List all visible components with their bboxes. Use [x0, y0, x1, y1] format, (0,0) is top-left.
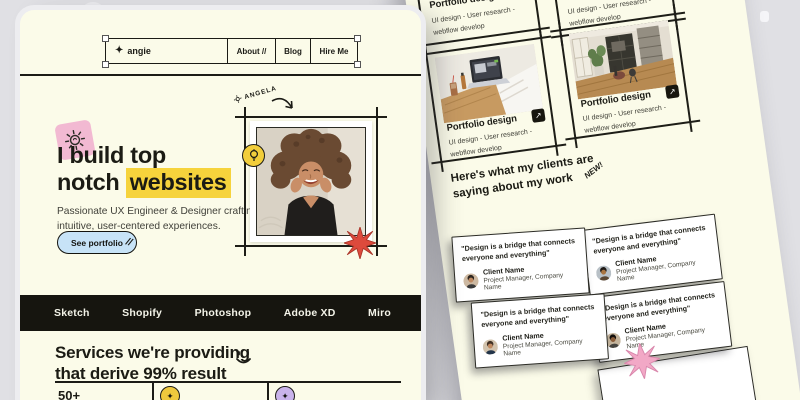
hero-photo: [250, 121, 372, 242]
frame-line: [244, 107, 246, 256]
header-divider: [20, 74, 421, 76]
design-preview-canvas: Portfolio design ↗ UI design - User rese…: [0, 0, 800, 400]
pink-starburst-icon: [622, 341, 663, 387]
stat-value: 50+: [58, 388, 80, 400]
open-link-icon[interactable]: ↗: [531, 108, 546, 123]
selection-handle[interactable]: [354, 61, 361, 68]
client-avatar: [463, 273, 479, 289]
portfolio-card[interactable]: Portfolio design ↗ UI design - User rese…: [425, 37, 557, 163]
portfolio-card[interactable]: Portfolio design ↗ UI design - User rese…: [559, 13, 691, 139]
tool-shopify: Shopify: [122, 307, 162, 319]
stat-star-icon-yellow: ✦: [160, 386, 180, 400]
tools-marquee: Sketch Shopify Photoshop Adobe XD Miro: [20, 295, 421, 331]
navbar: ✦ angie About // Blog Hire Me: [105, 38, 358, 64]
tool-miro: Miro: [368, 307, 391, 319]
frame-line: [376, 107, 378, 256]
testimonial-quote: "Design is a bridge that connects everyo…: [480, 302, 597, 329]
services-title-line1: Services we're providing: [55, 343, 250, 364]
client-avatar: [595, 264, 612, 281]
stats-divider: [152, 381, 154, 400]
logo-text: angie: [127, 46, 151, 56]
scrollbar-thumb[interactable]: [760, 11, 769, 22]
open-link-icon[interactable]: ↗: [665, 84, 680, 99]
testimonial-quote: "Design is a bridge that connects everyo…: [461, 236, 578, 263]
selection-handle[interactable]: [354, 35, 361, 42]
tool-sketch: Sketch: [54, 307, 90, 319]
stat-star-icon-purple: ✦: [275, 386, 295, 400]
stats-rule: [55, 381, 401, 383]
client-avatar: [482, 339, 498, 355]
selection-handle[interactable]: [102, 61, 109, 68]
tool-photoshop: Photoshop: [195, 307, 252, 319]
logo[interactable]: ✦ angie: [106, 39, 227, 63]
hero-title-highlight: websites: [126, 168, 231, 198]
logo-star-icon: ✦: [115, 46, 123, 56]
portrait-photo: [256, 127, 366, 236]
tool-adobe-xd: Adobe XD: [284, 307, 336, 319]
services-title: Services we're providing that derive 99%…: [55, 343, 250, 384]
lightbulb-icon: [242, 144, 265, 167]
stats-divider: [267, 381, 269, 400]
nav-item-blog[interactable]: Blog: [275, 39, 310, 63]
testimonial-card: "Design is a bridge that connects everyo…: [451, 227, 589, 302]
portfolio-page-right: Portfolio design ↗ UI design - User rese…: [383, 0, 800, 400]
frame-line: [235, 116, 387, 118]
curved-arrow-doodle: [270, 96, 300, 125]
red-starburst-icon: [344, 227, 376, 264]
nav-item-about[interactable]: About //: [227, 39, 275, 63]
sun-doodle-icon: [233, 94, 243, 104]
smiley-doodle-icon: [233, 350, 255, 372]
nav-item-hire-me[interactable]: Hire Me: [310, 39, 357, 63]
portfolio-page-left: ✦ angie About // Blog Hire Me I build to…: [20, 10, 421, 400]
selection-handle[interactable]: [102, 35, 109, 42]
testimonial-card: "Design is a bridge that connects everyo…: [471, 293, 609, 368]
